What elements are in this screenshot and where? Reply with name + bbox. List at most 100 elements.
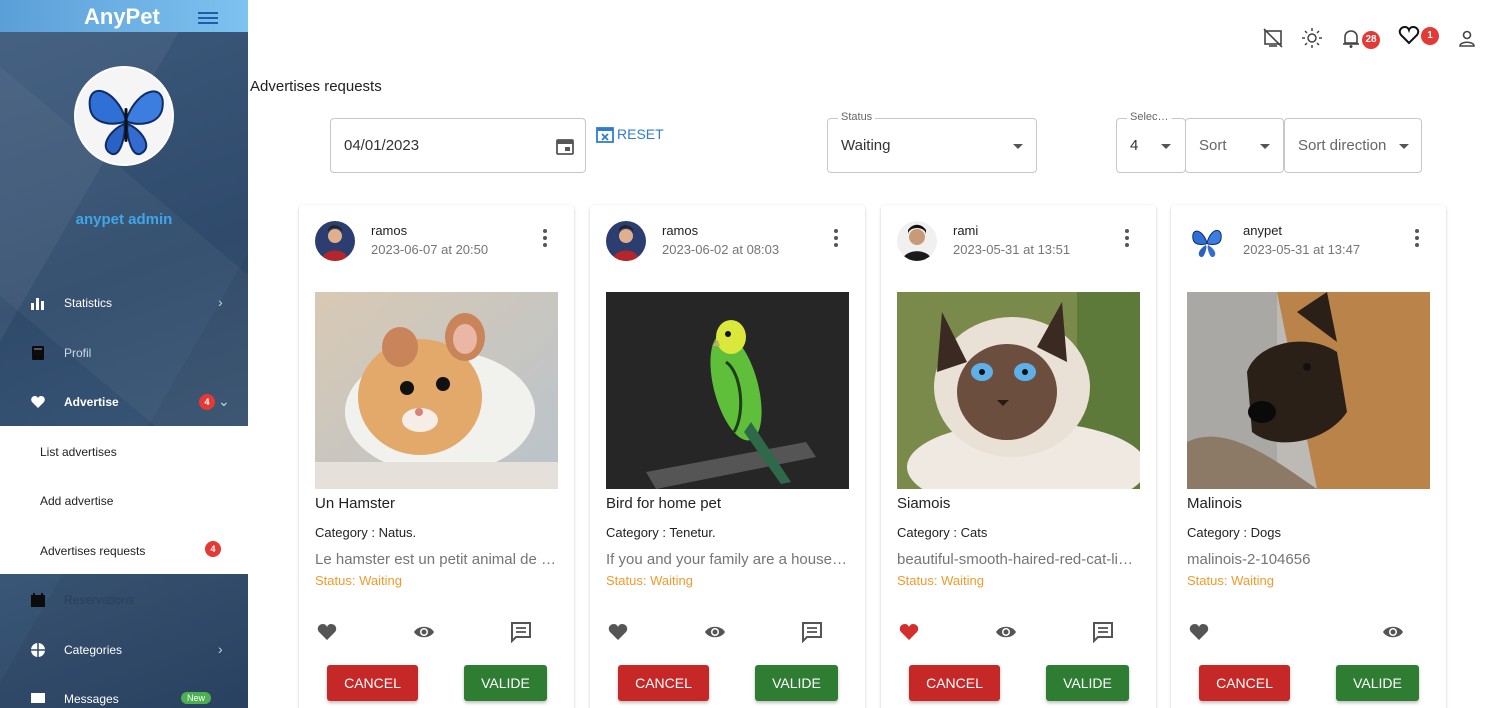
sort-label: Sort: [1199, 137, 1227, 154]
comment-icon[interactable]: [510, 621, 532, 643]
calendar-clear-icon: [596, 127, 614, 143]
valide-button[interactable]: VALIDE: [464, 665, 547, 701]
caret-down-icon: [1399, 144, 1409, 149]
valide-button[interactable]: VALIDE: [755, 665, 838, 701]
reset-button[interactable]: RESET: [596, 125, 664, 143]
cancel-button[interactable]: CANCEL: [618, 665, 709, 701]
calendar-icon: [31, 593, 45, 607]
comment-icon[interactable]: [801, 621, 823, 643]
heart-filled-icon[interactable]: [898, 621, 920, 643]
screen-off-icon[interactable]: [1262, 27, 1284, 49]
eye-icon[interactable]: [995, 621, 1017, 643]
user-icon[interactable]: [1456, 27, 1478, 49]
notifications-count-badge: 28: [1362, 31, 1380, 49]
cancel-button[interactable]: CANCEL: [1199, 665, 1290, 701]
sidebar-item-label: Profil: [64, 346, 92, 360]
new-badge: New: [181, 692, 212, 704]
sidebar-item-label: Statistics: [64, 296, 113, 310]
chevron-down-icon: ⌄: [218, 393, 230, 409]
sidebar-item-categories[interactable]: Categories ›: [0, 630, 248, 670]
card-title: Bird for home pet: [606, 495, 722, 512]
brightness-icon[interactable]: [1301, 27, 1323, 49]
eye-icon[interactable]: [413, 621, 435, 643]
sidebar-item-label: Reservations: [64, 593, 135, 607]
status-select[interactable]: Status Waiting: [827, 111, 1037, 173]
status-value: Waiting: [841, 137, 891, 154]
chevron-right-icon: ›: [218, 294, 223, 310]
card-category: Category : Natus.: [315, 525, 416, 540]
sort-direction-select[interactable]: Sort direction: [1284, 118, 1422, 173]
eye-icon[interactable]: [1382, 621, 1404, 643]
bell-icon[interactable]: [1340, 27, 1362, 49]
more-vert-icon[interactable]: [1409, 227, 1425, 249]
book-icon: [32, 346, 44, 360]
comment-icon[interactable]: [1092, 621, 1114, 643]
card-status: Status: Waiting: [606, 573, 693, 588]
sidebar-item-profil[interactable]: Profil: [0, 333, 248, 373]
more-vert-icon[interactable]: [537, 227, 553, 249]
heart-icon[interactable]: [607, 621, 629, 643]
cancel-button[interactable]: CANCEL: [327, 665, 418, 701]
submenu-item-add-advertise[interactable]: Add advertise: [40, 494, 113, 508]
admin-avatar: [74, 66, 174, 166]
card-description: beautiful-smooth-haired-red-cat-lies-on-…: [897, 551, 1140, 568]
page-size-value: 4: [1130, 137, 1139, 154]
card-title: Malinois: [1187, 495, 1243, 512]
select-legend: Selec…: [1127, 111, 1172, 123]
sidebar-item-advertise[interactable]: Advertise 4 ⌄: [0, 382, 248, 422]
sidebar-item-reservations[interactable]: Reservations: [0, 580, 248, 620]
date-filter-input[interactable]: 04/01/2023: [330, 118, 586, 173]
calendar-icon[interactable]: [555, 136, 575, 156]
card-category: Category : Dogs: [1187, 525, 1281, 540]
more-vert-icon[interactable]: [1119, 227, 1135, 249]
heart-icon[interactable]: [316, 621, 338, 643]
advertise-count-badge: 4: [199, 394, 215, 410]
user-avatar: [897, 221, 937, 261]
valide-button[interactable]: VALIDE: [1046, 665, 1129, 701]
requests-count-badge: 4: [205, 541, 221, 557]
sort-select[interactable]: Sort: [1185, 118, 1284, 173]
category-value: Dogs: [1250, 525, 1281, 540]
heart-icon[interactable]: [1188, 621, 1210, 643]
sidebar-item-messages[interactable]: Messages New: [0, 679, 248, 708]
eye-icon[interactable]: [704, 621, 726, 643]
sort-direction-label: Sort direction: [1298, 137, 1387, 154]
heart-outline-icon[interactable]: [1398, 24, 1420, 46]
chevron-right-icon: ›: [218, 641, 223, 657]
reset-label: RESET: [617, 126, 664, 142]
category-value: Cats: [960, 525, 988, 540]
valide-button[interactable]: VALIDE: [1336, 665, 1419, 701]
card-description: If you and your family are a household l…: [606, 551, 849, 568]
globe-icon: [31, 643, 45, 657]
category-value: Tenetur.: [669, 525, 716, 540]
sidebar-item-statistics[interactable]: Statistics ›: [0, 283, 248, 323]
date-value: 04/01/2023: [344, 137, 420, 154]
hamster-photo: [315, 292, 558, 489]
advertise-card: rami 2023-05-31 at 13:51 Siamois Categor…: [881, 205, 1156, 708]
card-user-name: ramos: [371, 223, 408, 238]
user-avatar: [606, 221, 646, 261]
more-vert-icon[interactable]: [828, 227, 844, 249]
category-value: Natus.: [378, 525, 417, 540]
butterfly-icon: [76, 68, 172, 164]
card-title: Un Hamster: [315, 495, 396, 512]
category-label: Category :: [897, 525, 961, 540]
caret-down-icon: [1260, 144, 1270, 149]
user-avatar: [1187, 221, 1227, 261]
parakeet-photo: [606, 292, 849, 489]
page-size-select[interactable]: Selec… 4: [1116, 111, 1186, 173]
category-label: Category :: [1187, 525, 1251, 540]
submenu-item-list-advertises[interactable]: List advertises: [40, 445, 117, 459]
heart-icon: [31, 396, 45, 408]
favorites-count-badge: 1: [1421, 27, 1439, 45]
category-label: Category :: [606, 525, 670, 540]
card-status: Status: Waiting: [315, 573, 402, 588]
cancel-button[interactable]: CANCEL: [909, 665, 1000, 701]
chat-icon: [31, 693, 45, 703]
card-category: Category : Tenetur.: [606, 525, 716, 540]
bar-chart-icon: [31, 298, 44, 310]
app-logo-text: AnyPet: [84, 4, 160, 29]
hamburger-menu-icon[interactable]: [198, 12, 218, 26]
siamese-cat-photo: [897, 292, 1140, 489]
submenu-item-advertises-requests[interactable]: Advertises requests: [40, 544, 145, 558]
